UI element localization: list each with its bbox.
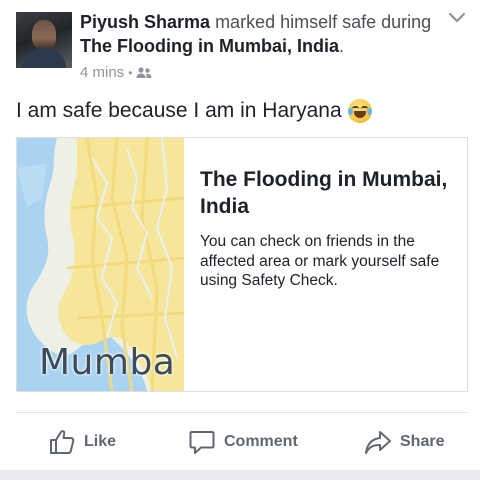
comment-icon xyxy=(189,431,215,454)
status-text: I am safe because I am in Haryana xyxy=(16,96,372,126)
headline-punctuation: . xyxy=(338,36,344,56)
meta-separator: • xyxy=(128,65,133,80)
comment-label: Comment xyxy=(224,433,298,450)
post-header: Piyush Sharma marked himself safe during… xyxy=(0,0,480,92)
comment-button[interactable]: Comment xyxy=(188,420,298,464)
map-label: Mumba xyxy=(39,342,176,383)
chevron-down-icon[interactable] xyxy=(446,8,468,28)
share-button[interactable]: Share xyxy=(364,420,444,464)
avatar-shirt xyxy=(22,48,66,68)
map-thumbnail: Mumba xyxy=(17,138,184,391)
card-title[interactable]: The Flooding in Mumbai, India xyxy=(200,166,460,220)
timestamp[interactable]: 4 mins xyxy=(80,64,124,81)
like-label: Like xyxy=(84,433,117,450)
author-name[interactable]: Piyush Sharma xyxy=(80,12,210,32)
action-text: marked himself safe during xyxy=(210,12,432,32)
event-name[interactable]: The Flooding in Mumbai, India xyxy=(80,36,339,56)
thumbs-up-icon xyxy=(50,430,75,454)
post-meta: 4 mins • xyxy=(80,64,152,81)
action-bar: Like Comment Share xyxy=(0,420,480,464)
tears-of-joy-emoji-icon xyxy=(347,99,372,123)
like-button[interactable]: Like xyxy=(48,420,116,464)
share-label: Share xyxy=(400,433,445,450)
divider xyxy=(16,412,468,413)
status-message: I am safe because I am in Haryana xyxy=(16,99,342,122)
avatar[interactable] xyxy=(16,12,72,68)
avatar-face xyxy=(32,20,56,50)
friends-icon[interactable] xyxy=(136,66,152,79)
post-headline: Piyush Sharma marked himself safe during… xyxy=(80,10,440,58)
card-description: You can check on friends in the affected… xyxy=(200,233,440,289)
safety-check-card[interactable]: Mumba The Flooding in Mumbai, India You … xyxy=(16,137,468,392)
feed-separator xyxy=(0,470,480,480)
share-arrow-icon xyxy=(365,431,391,454)
